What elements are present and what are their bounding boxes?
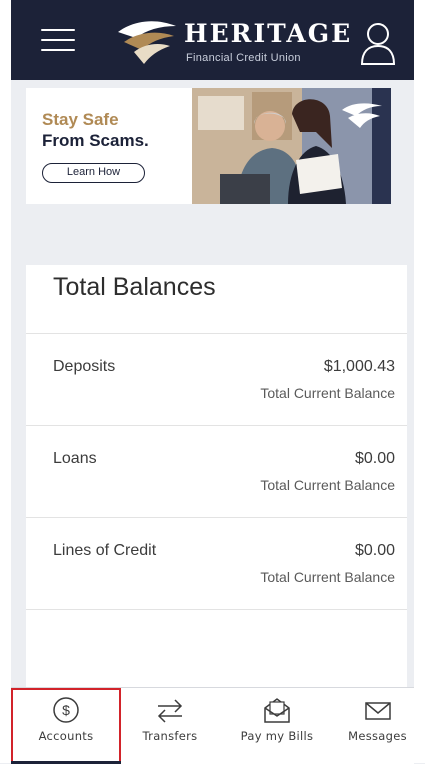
- svg-text:$: $: [62, 702, 70, 718]
- balance-caption: Total Current Balance: [260, 477, 395, 493]
- banner-line-1: Stay Safe: [42, 110, 119, 129]
- transfer-arrows-icon: [157, 699, 183, 723]
- nav-label: Messages: [348, 729, 407, 743]
- bill-envelope-icon: [264, 698, 290, 723]
- card-title: Total Balances: [53, 273, 216, 301]
- balance-row-loans[interactable]: Loans $0.00 Total Current Balance: [26, 425, 407, 518]
- nav-accounts[interactable]: $ Accounts: [11, 688, 121, 764]
- balance-amount: $0.00: [354, 450, 395, 467]
- bottom-nav: $ Accounts Transfers Pay my Bills Messag…: [11, 687, 414, 764]
- balance-label: Lines of Credit: [53, 542, 157, 559]
- brand-logo: HERITAGE Financial Credit Union: [116, 14, 350, 70]
- banner-photo: [192, 88, 391, 204]
- balance-amount: $0.00: [354, 542, 395, 559]
- balance-amount: $1,000.43: [323, 358, 395, 375]
- wing-logo-icon: [118, 21, 176, 64]
- learn-how-button[interactable]: Learn How: [42, 163, 145, 183]
- total-balances-card: Total Balances Deposits $1,000.43 Total …: [26, 265, 407, 687]
- app-header: HERITAGE Financial Credit Union: [11, 0, 414, 80]
- balance-row-deposits[interactable]: Deposits $1,000.43 Total Current Balance: [26, 333, 407, 426]
- hamburger-icon[interactable]: [41, 29, 75, 51]
- balance-row-lines-of-credit[interactable]: Lines of Credit $0.00 Total Current Bala…: [26, 517, 407, 610]
- nav-transfers[interactable]: Transfers: [124, 688, 216, 764]
- promo-banner[interactable]: Stay Safe From Scams. Learn How: [26, 88, 391, 204]
- banner-headline: Stay Safe From Scams.: [42, 109, 149, 151]
- brand-subtitle: Financial Credit Union: [186, 52, 301, 64]
- balance-caption: Total Current Balance: [260, 385, 395, 401]
- mail-icon: [364, 702, 391, 720]
- right-edge: [414, 0, 425, 763]
- banner-line-2: From Scams.: [42, 131, 149, 150]
- nav-label: Transfers: [142, 729, 198, 743]
- left-edge: [0, 0, 11, 763]
- balance-label: Loans: [53, 450, 97, 467]
- nav-messages[interactable]: Messages: [341, 688, 414, 764]
- row-divider: [26, 609, 407, 610]
- balance-caption: Total Current Balance: [260, 569, 395, 585]
- brand-name: HERITAGE: [184, 19, 353, 48]
- user-icon[interactable]: [360, 22, 396, 66]
- nav-label: Accounts: [38, 729, 94, 743]
- balance-label: Deposits: [53, 358, 116, 375]
- dollar-circle-icon: $: [53, 697, 79, 723]
- nav-pay-bills[interactable]: Pay my Bills: [223, 688, 331, 764]
- nav-label: Pay my Bills: [240, 729, 314, 743]
